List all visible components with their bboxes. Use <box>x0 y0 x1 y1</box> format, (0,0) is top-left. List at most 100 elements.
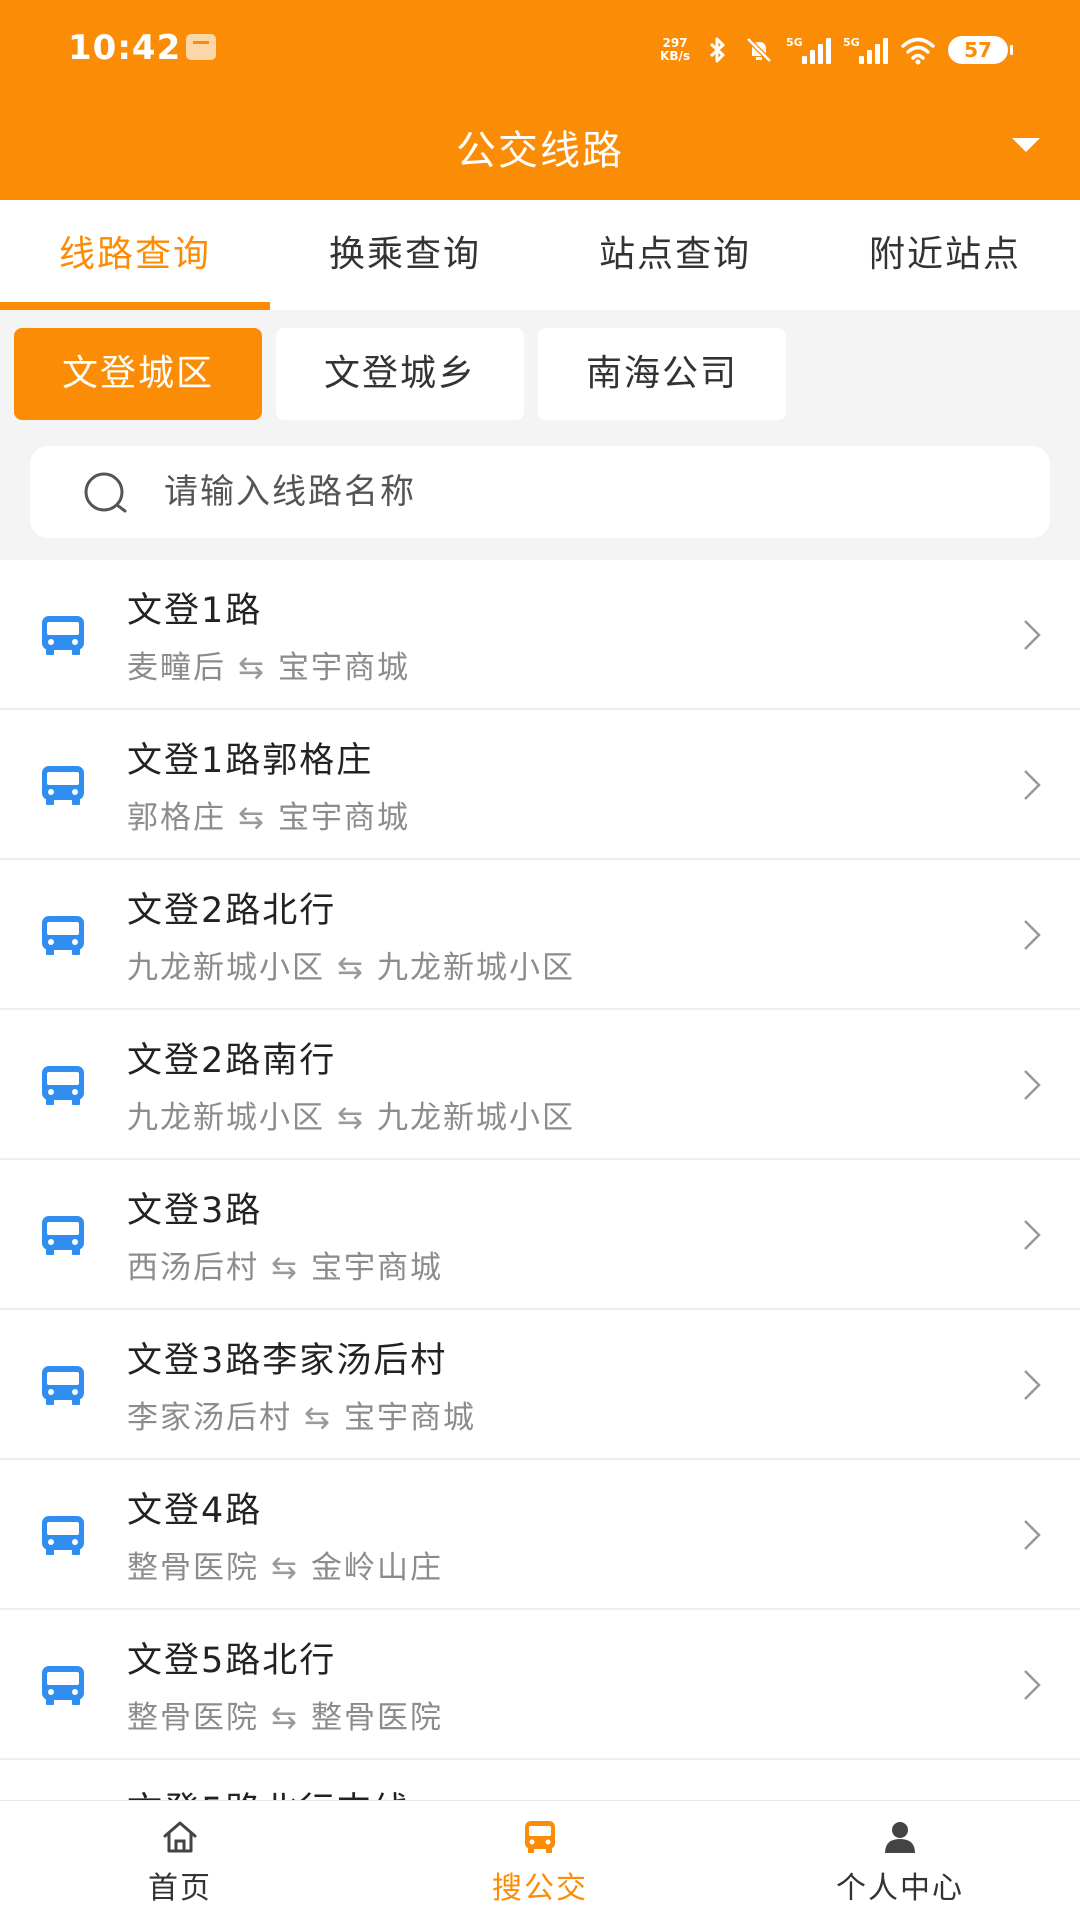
route-list-item[interactable]: 文登3路李家汤后村 李家汤后村 ⇆ 宝宇商城 <box>0 1310 1080 1460</box>
route-start: 西汤后村 <box>127 1250 259 1286</box>
bus-icon <box>42 766 84 805</box>
route-name: 文登2路南行 <box>127 1041 337 1081</box>
bottom-navigation: 首页 搜公交 个人中心 <box>0 1800 1080 1920</box>
person-icon <box>885 1822 915 1853</box>
bus-icon <box>42 1366 84 1405</box>
bus-icon <box>42 1216 84 1255</box>
bluetooth-icon <box>709 37 725 63</box>
bidirectional-arrow-icon: ⇆ <box>271 1550 299 1586</box>
chevron-right-icon <box>1024 920 1041 950</box>
wifi-icon <box>901 37 935 65</box>
home-icon <box>163 1821 197 1853</box>
chevron-right-icon <box>1024 770 1041 800</box>
area-filter-chips: 文登城区 文登城乡 南海公司 <box>14 328 786 420</box>
network-speed: 297 KB/s <box>660 37 690 63</box>
chevron-right-icon <box>1024 620 1041 650</box>
cellular-signal-1-icon: 5G <box>786 36 831 64</box>
tab-stop-query[interactable]: 站点查询 <box>540 200 810 310</box>
route-start: 整骨医院 <box>127 1700 259 1736</box>
route-name: 文登1路郭格庄 <box>127 741 374 781</box>
page-title: 公交线路 <box>456 128 624 174</box>
route-end: 宝宇商城 <box>310 1250 443 1286</box>
dropdown-triangle-icon[interactable] <box>1012 138 1040 152</box>
route-list-item[interactable]: 文登1路郭格庄 郭格庄 ⇆ 宝宇商城 <box>0 710 1080 860</box>
route-list-item[interactable]: 文登5路北行支线 ⇆ <box>0 1760 1080 1800</box>
route-list-item[interactable]: 文登3路 西汤后村 ⇆ 宝宇商城 <box>0 1160 1080 1310</box>
route-name: 文登3路李家汤后村 <box>127 1341 448 1381</box>
route-list: 文登1路 麦疃后 ⇆ 宝宇商城 文登1路郭格庄 郭格庄 ⇆ 宝宇商城 文登2路北行 九龙… <box>0 560 1080 1800</box>
route-terminals: 九龙新城小区 ⇆ 九龙新城小区 <box>127 942 575 987</box>
message-notification-icon <box>186 34 216 60</box>
route-start: 麦疃后 <box>127 650 226 686</box>
route-name: 文登5路北行支线 <box>127 1782 410 1800</box>
route-end: 宝宇商城 <box>277 800 410 836</box>
route-list-item[interactable]: 文登1路 麦疃后 ⇆ 宝宇商城 <box>0 560 1080 710</box>
route-terminals: 整骨医院 ⇆ 整骨医院 <box>127 1692 443 1737</box>
route-start: 九龙新城小区 <box>127 950 325 986</box>
network-tag-2: 5G <box>843 36 860 49</box>
status-bar: 10:42 297 KB/s 5G 5G 57 <box>0 0 1080 100</box>
route-end: 九龙新城小区 <box>376 950 575 986</box>
tab-route-query[interactable]: 线路查询 <box>0 200 270 310</box>
route-name: 文登4路 <box>127 1491 263 1531</box>
route-name: 文登2路北行 <box>127 891 337 931</box>
route-list-item[interactable]: 文登2路南行 九龙新城小区 ⇆ 九龙新城小区 <box>0 1010 1080 1160</box>
route-terminals: 九龙新城小区 ⇆ 九龙新城小区 <box>127 1092 575 1137</box>
nav-search-bus[interactable]: 搜公交 <box>360 1801 720 1920</box>
route-start: 九龙新城小区 <box>127 1100 325 1136</box>
route-start: 郭格庄 <box>127 800 226 836</box>
chevron-right-icon <box>1024 1520 1041 1550</box>
battery-indicator: 57 <box>948 36 1013 64</box>
chevron-right-icon <box>1024 1220 1041 1250</box>
chevron-right-icon <box>1024 1070 1041 1100</box>
route-terminals: 李家汤后村 ⇆ 宝宇商城 <box>127 1392 476 1437</box>
query-tabs: 线路查询 换乘查询 站点查询 附近站点 <box>0 200 1080 310</box>
chip-nanhai-company[interactable]: 南海公司 <box>538 328 786 420</box>
bidirectional-arrow-icon: ⇆ <box>304 1400 332 1436</box>
route-end: 九龙新城小区 <box>376 1100 575 1136</box>
bidirectional-arrow-icon: ⇆ <box>271 1700 299 1736</box>
route-start: 李家汤后村 <box>127 1400 292 1436</box>
status-icons: 297 KB/s 5G 5G 57 <box>660 30 1013 70</box>
route-list-item[interactable]: 文登5路北行 整骨医院 ⇆ 整骨医院 <box>0 1610 1080 1760</box>
bidirectional-arrow-icon: ⇆ <box>238 650 266 686</box>
route-end: 整骨医院 <box>310 1700 443 1736</box>
nav-personal-center-label: 个人中心 <box>836 1871 964 1906</box>
route-terminals: 郭格庄 ⇆ 宝宇商城 <box>127 792 410 837</box>
route-start: 整骨医院 <box>127 1550 259 1586</box>
route-end: 金岭山庄 <box>310 1550 443 1586</box>
nav-home-label: 首页 <box>148 1871 212 1906</box>
search-bar <box>30 446 1050 538</box>
nav-search-bus-label: 搜公交 <box>492 1871 588 1906</box>
network-tag-1: 5G <box>786 36 803 49</box>
app-header: 10:42 297 KB/s 5G 5G 57 公交线路 <box>0 0 1080 200</box>
bus-icon <box>42 916 84 955</box>
tab-nearby-stops[interactable]: 附近站点 <box>810 200 1080 310</box>
tab-transfer-query[interactable]: 换乘查询 <box>270 200 540 310</box>
bidirectional-arrow-icon: ⇆ <box>238 800 266 836</box>
route-list-item[interactable]: 文登2路北行 九龙新城小区 ⇆ 九龙新城小区 <box>0 860 1080 1010</box>
nav-personal-center[interactable]: 个人中心 <box>720 1801 1080 1920</box>
route-terminals: 西汤后村 ⇆ 宝宇商城 <box>127 1242 443 1287</box>
cellular-signal-2-icon: 5G <box>843 36 888 64</box>
bus-icon <box>42 1666 84 1705</box>
route-terminals: 麦疃后 ⇆ 宝宇商城 <box>127 642 410 687</box>
chip-wendeng-rural[interactable]: 文登城乡 <box>276 328 524 420</box>
bidirectional-arrow-icon: ⇆ <box>337 950 365 986</box>
nav-home[interactable]: 首页 <box>0 1801 360 1920</box>
route-search-input[interactable] <box>164 446 1024 538</box>
route-name: 文登3路 <box>127 1191 263 1231</box>
route-name: 文登1路 <box>127 591 263 631</box>
bus-icon <box>42 616 84 655</box>
bus-icon <box>525 1821 555 1853</box>
bus-icon <box>42 1066 84 1105</box>
route-list-item[interactable]: 文登4路 整骨医院 ⇆ 金岭山庄 <box>0 1460 1080 1610</box>
chip-wendeng-urban[interactable]: 文登城区 <box>14 328 262 420</box>
route-terminals: 整骨医院 ⇆ 金岭山庄 <box>127 1542 443 1587</box>
status-time: 10:42 <box>68 28 182 68</box>
chevron-right-icon <box>1024 1370 1041 1400</box>
network-speed-unit: KB/s <box>660 49 690 63</box>
chevron-right-icon <box>1024 1670 1041 1700</box>
mute-bell-icon <box>746 37 772 63</box>
bidirectional-arrow-icon: ⇆ <box>271 1250 299 1286</box>
